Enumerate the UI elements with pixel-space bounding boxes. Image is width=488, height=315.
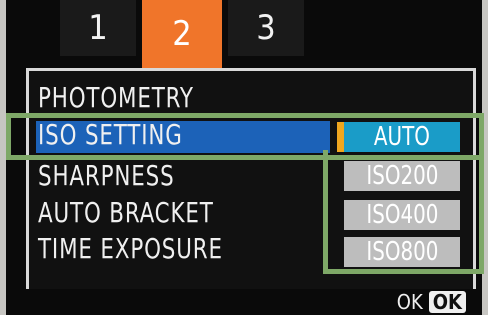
footer-ok-hint: OK OK: [397, 290, 466, 314]
menu-item-photometry[interactable]: PHOTOMETRY: [38, 81, 194, 115]
tab-3[interactable]: 3: [228, 0, 304, 56]
highlight-outline-options: [323, 150, 484, 274]
tab-2[interactable]: 2: [142, 0, 222, 68]
menu-item-time-exposure[interactable]: TIME EXPOSURE: [38, 232, 223, 266]
menu-item-sharpness[interactable]: SHARPNESS: [38, 159, 175, 193]
ok-hint-label: OK: [396, 290, 423, 314]
tab-1[interactable]: 1: [60, 0, 136, 56]
camera-menu-screen: 1 2 3 PHOTOMETRY ISO SETTING SHARPNESS A…: [0, 0, 488, 315]
menu-item-auto-bracket[interactable]: AUTO BRACKET: [38, 196, 214, 230]
ok-button-icon[interactable]: OK: [428, 291, 466, 313]
